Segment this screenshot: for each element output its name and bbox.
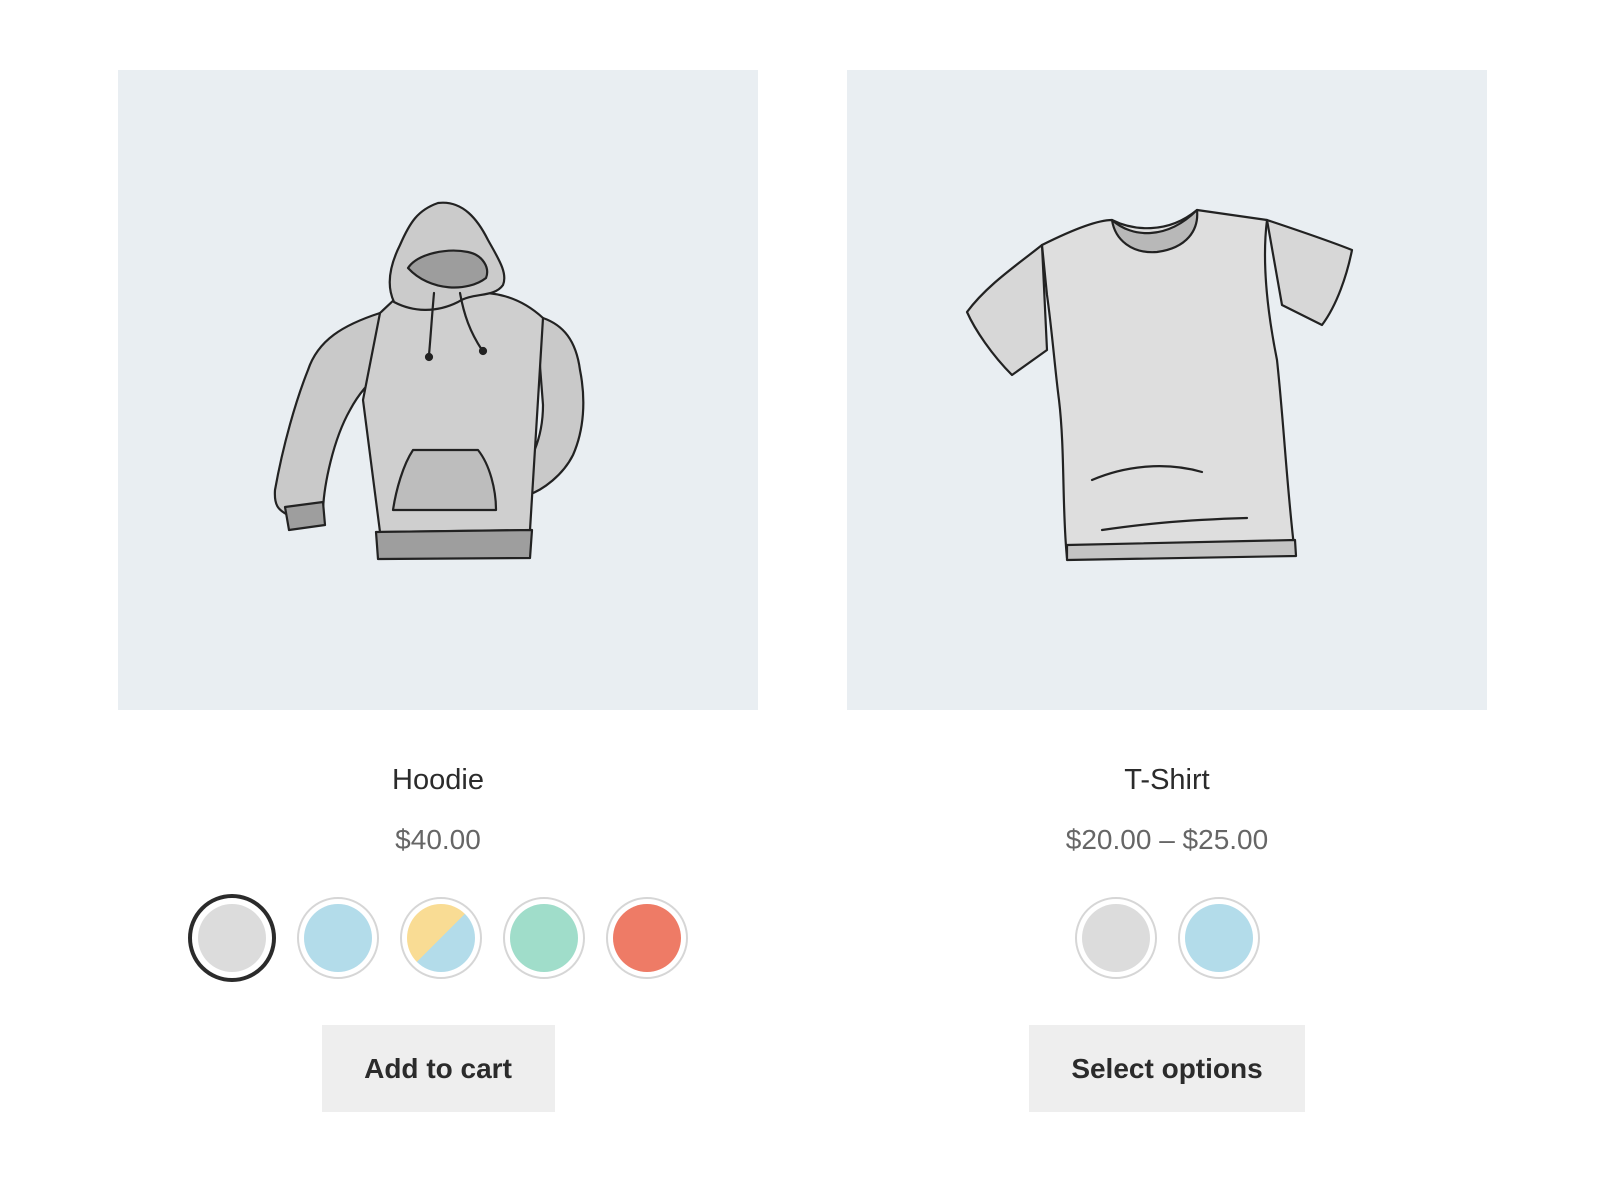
product-title[interactable]: T-Shirt xyxy=(847,762,1487,798)
swatch-grey[interactable] xyxy=(1074,897,1157,979)
product-card-hoodie: Hoodie $40.00 Add to cart xyxy=(118,70,758,1112)
hoodie-icon xyxy=(273,201,585,561)
product-price: $40.00 xyxy=(395,824,481,855)
product-card-tshirt: T-Shirt $20.00 – $25.00 Select options xyxy=(847,70,1487,1112)
swatch-blue[interactable] xyxy=(1177,897,1260,979)
color-swatches xyxy=(847,894,1487,982)
swatch-grey-selected[interactable] xyxy=(188,894,276,982)
swatch-red[interactable] xyxy=(606,897,688,979)
select-options-button[interactable]: Select options xyxy=(1029,1025,1305,1112)
product-image-hoodie[interactable] xyxy=(118,70,758,710)
product-price: $20.00 – $25.00 xyxy=(1065,824,1269,855)
add-to-cart-button[interactable]: Add to cart xyxy=(321,1025,555,1112)
product-title[interactable]: Hoodie xyxy=(118,762,758,798)
tshirt-icon xyxy=(965,208,1354,562)
color-swatches xyxy=(118,894,758,982)
product-image-tshirt[interactable] xyxy=(847,70,1487,710)
swatch-blue[interactable] xyxy=(297,897,379,979)
swatch-green[interactable] xyxy=(503,897,585,979)
swatch-yellow-blue[interactable] xyxy=(400,897,482,979)
